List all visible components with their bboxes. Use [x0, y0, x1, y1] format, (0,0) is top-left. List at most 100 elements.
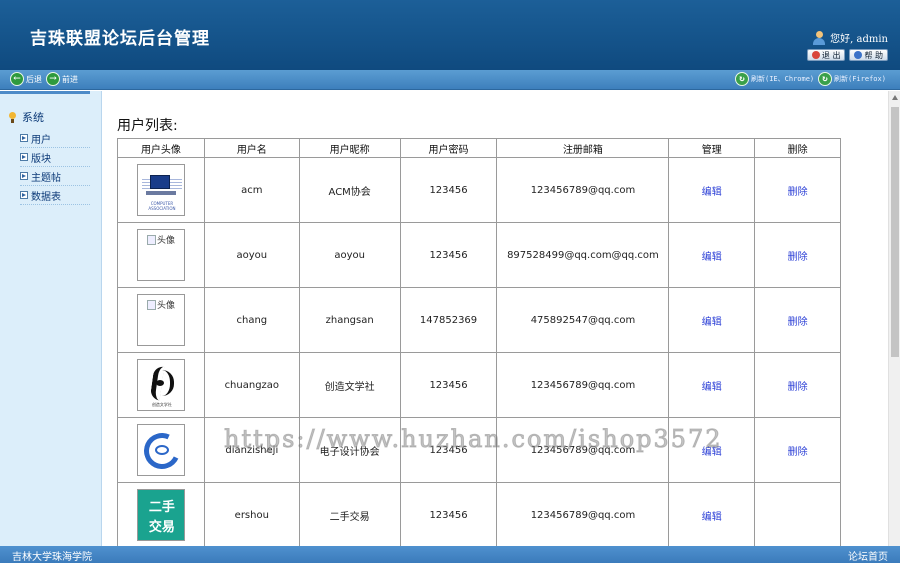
nickname-cell: zhangsan — [298, 287, 401, 353]
sidebar-item-topics[interactable]: 主题帖 — [20, 167, 90, 186]
refresh-ie-label: 刷新(IE、Chrome) — [751, 75, 815, 83]
email-cell: 123456789@qq.com — [496, 352, 670, 418]
logout-button[interactable]: 退 出 — [806, 49, 846, 61]
column-header: 用户名 — [203, 138, 300, 158]
column-header: 用户昵称 — [298, 138, 401, 158]
sidebar-item-label: 版块 — [31, 153, 51, 165]
sidebar-group-label: 系统 — [22, 111, 44, 124]
user-icon — [812, 30, 826, 45]
manage-cell: 编辑 — [668, 352, 756, 418]
sidebar-item-label: 用户 — [31, 134, 51, 146]
back-button[interactable]: ← 后退 — [10, 72, 42, 86]
delete-cell: 删除 — [754, 417, 841, 483]
main-content: 用户列表: 用户头像 用户名 用户昵称 用户密码 注册邮箱 管理 删除 COMP… — [103, 91, 888, 546]
expand-icon — [20, 191, 28, 199]
site-title: 吉珠联盟论坛后台管理 — [30, 29, 210, 49]
avatar-cell: 二手 交易 — [117, 482, 205, 546]
avatar: 创造文学社 — [136, 359, 185, 411]
avatar-text: 二手 — [148, 500, 175, 515]
toolbar: ← 后退 → 前进 ↻ 刷新(IE、Chrome) ↻ 刷新(Firefox) — [0, 70, 900, 90]
footer: 吉林大学珠海学院 论坛首页 — [0, 546, 900, 563]
column-header: 管理 — [668, 138, 756, 158]
bulb-icon — [8, 111, 17, 123]
password-cell: 123456 — [399, 222, 498, 288]
manage-cell: 编辑 — [668, 287, 756, 353]
forward-arrow-icon: → — [46, 72, 60, 86]
avatar-cell: 头像 — [117, 287, 205, 353]
expand-icon — [20, 153, 28, 161]
sidebar-group-system[interactable]: 系统 — [8, 109, 44, 125]
column-header: 删除 — [754, 138, 841, 158]
avatar — [136, 424, 185, 476]
nickname-cell: ACM协会 — [298, 157, 401, 223]
email-cell: 123456789@qq.com — [496, 157, 670, 223]
edit-link[interactable]: 编辑 — [702, 512, 722, 523]
nickname-cell: 二手交易 — [298, 482, 401, 546]
avatar-cell: 创造文学社 — [117, 352, 205, 418]
refresh-icon: ↻ — [818, 72, 832, 86]
delete-link[interactable]: 删除 — [788, 187, 808, 198]
users-table: 用户头像 用户名 用户昵称 用户密码 注册邮箱 管理 删除 COMPUTER A… — [117, 138, 841, 546]
edit-link[interactable]: 编辑 — [702, 382, 722, 393]
sidebar-item-datatables[interactable]: 数据表 — [20, 186, 90, 205]
avatar-cell — [117, 417, 205, 483]
edit-link[interactable]: 编辑 — [702, 317, 722, 328]
sidebar-item-boards[interactable]: 版块 — [20, 148, 90, 167]
delete-cell: 删除 — [754, 222, 841, 288]
back-label: 后退 — [26, 74, 42, 84]
page-title: 用户列表: — [117, 118, 178, 134]
scroll-thumb[interactable] — [891, 107, 899, 357]
delete-link[interactable]: 删除 — [788, 447, 808, 458]
user-area: 您好, admin 退 出 帮 助 — [793, 30, 888, 61]
delete-cell: 删除 — [754, 157, 841, 223]
refresh-ie-button[interactable]: ↻ 刷新(IE、Chrome) — [735, 72, 814, 86]
username-cell: ershou — [203, 482, 300, 546]
password-cell: 123456 — [399, 352, 498, 418]
column-header: 注册邮箱 — [496, 138, 670, 158]
delete-cell: 删除 — [754, 287, 841, 353]
password-cell: 123456 — [399, 157, 498, 223]
forward-button[interactable]: → 前进 — [46, 72, 78, 86]
forum-home-link[interactable]: 论坛首页 — [848, 548, 888, 563]
username-cell: chuangzao — [203, 352, 300, 418]
scroll-up-icon[interactable] — [892, 95, 898, 100]
greeting: 您好, admin — [793, 30, 888, 45]
edit-link[interactable]: 编辑 — [702, 252, 722, 263]
header: 吉珠联盟论坛后台管理 您好, admin 退 出 帮 助 — [0, 0, 900, 70]
column-header: 用户头像 — [117, 138, 205, 158]
avatar-cell: COMPUTER ASSOCIATION — [117, 157, 205, 223]
help-button[interactable]: 帮 助 — [849, 49, 888, 61]
username-cell: chang — [203, 287, 300, 353]
help-label: 帮 助 — [864, 50, 883, 60]
refresh-firefox-button[interactable]: ↻ 刷新(Firefox) — [818, 72, 886, 86]
broken-image-alt: 头像 — [147, 298, 175, 311]
table-row: 创造文学社 chuangzao 创造文学社 123456 123456789@q… — [117, 352, 841, 418]
sidebar-item-users[interactable]: 用户 — [20, 129, 90, 148]
broken-image-alt: 头像 — [147, 233, 175, 246]
sidebar-item-label: 主题帖 — [31, 172, 61, 184]
manage-cell: 编辑 — [668, 222, 756, 288]
manage-cell: 编辑 — [668, 482, 756, 546]
back-arrow-icon: ← — [10, 72, 24, 86]
delete-link[interactable]: 删除 — [788, 317, 808, 328]
username-cell: acm — [203, 157, 300, 223]
nickname-cell: 创造文学社 — [298, 352, 401, 418]
manage-cell: 编辑 — [668, 157, 756, 223]
refresh-icon: ↻ — [735, 72, 749, 86]
sidebar: 系统 用户 版块 主题帖 数据表 — [0, 91, 102, 546]
password-cell: 147852369 — [399, 287, 498, 353]
table-row: 头像 aoyou aoyou 123456 897528499@qq.com@q… — [117, 222, 841, 288]
avatar: 二手 交易 — [136, 489, 185, 541]
vertical-scrollbar[interactable] — [888, 91, 900, 546]
avatar-text: 交易 — [148, 520, 175, 535]
password-cell: 123456 — [399, 482, 498, 546]
table-row: COMPUTER ASSOCIATION acm ACM协会 123456 12… — [117, 157, 841, 223]
delete-cell: 删除 — [754, 352, 841, 418]
delete-link[interactable]: 删除 — [788, 252, 808, 263]
help-icon — [854, 51, 863, 59]
delete-link[interactable]: 删除 — [788, 382, 808, 393]
greeting-text: 您好, admin — [830, 34, 888, 45]
edit-link[interactable]: 编辑 — [702, 187, 722, 198]
table-row: 头像 chang zhangsan 147852369 475892547@qq… — [117, 287, 841, 353]
email-cell: 475892547@qq.com — [496, 287, 670, 353]
